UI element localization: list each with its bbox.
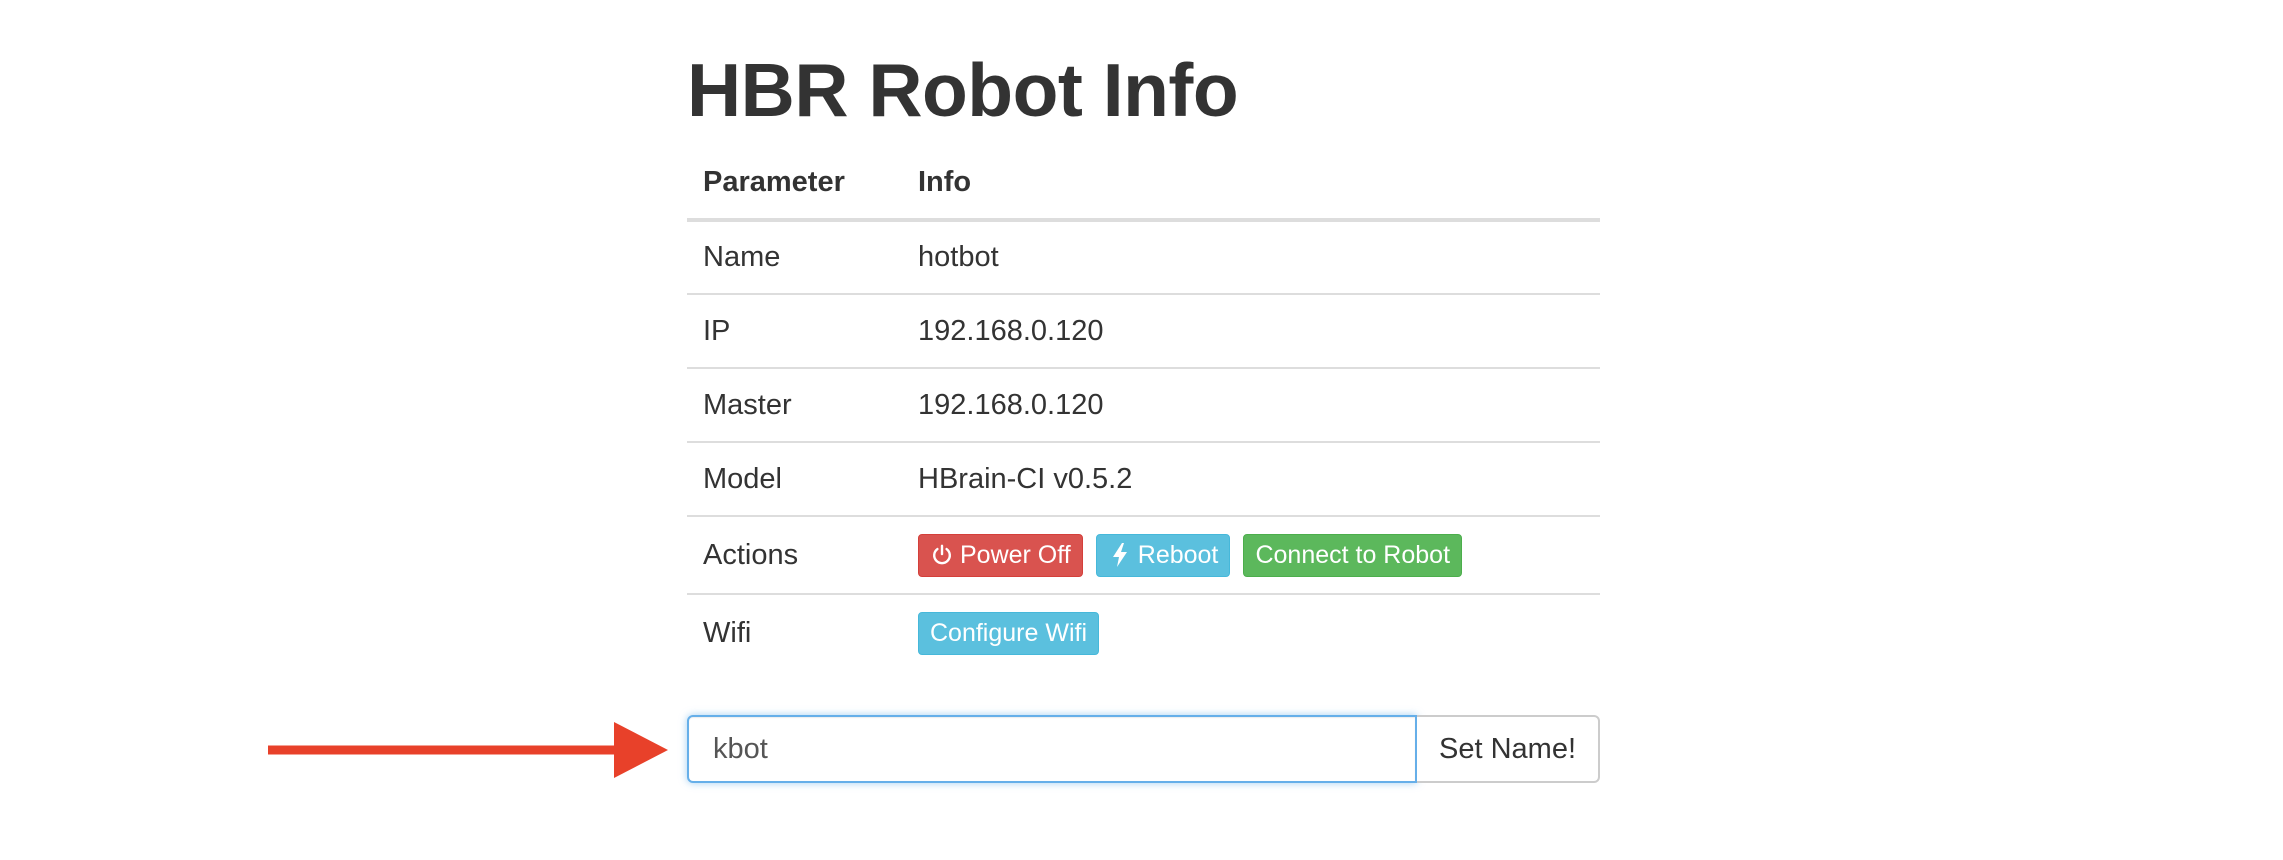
table-row-actions: Actions Power Off Reboot Connect to Robo… (687, 516, 1600, 594)
param-label: Model (703, 462, 782, 495)
connect-label: Connect to Robot (1255, 540, 1451, 569)
configure-wifi-button[interactable]: Configure Wifi (918, 612, 1099, 655)
table-row-model: Model HBrain-CI v0.5.2 (687, 442, 1600, 516)
table-header-row: Parameter Info (687, 146, 1600, 222)
param-label: IP (703, 314, 731, 347)
param-label: Master (703, 388, 792, 421)
table-row-wifi: Wifi Configure Wifi (687, 594, 1600, 672)
column-header-info: Info (902, 146, 1600, 222)
configure-wifi-label: Configure Wifi (930, 619, 1087, 647)
table-row-name: Name hotbot (687, 220, 1600, 294)
robot-master-value: 192.168.0.120 (918, 388, 1104, 421)
page-title: HBR Robot Info (687, 48, 1239, 132)
robot-ip-value: 192.168.0.120 (918, 314, 1104, 347)
param-label: Actions (703, 538, 799, 571)
actions-cell: Power Off Reboot Connect to Robot (902, 516, 1600, 594)
annotation-arrow-icon (268, 722, 668, 778)
reboot-label: Reboot (1137, 540, 1219, 569)
reboot-button[interactable]: Reboot (1095, 533, 1231, 577)
power-icon (930, 543, 954, 567)
wifi-cell: Configure Wifi (902, 594, 1600, 672)
bolt-icon (1108, 543, 1132, 567)
power-off-label: Power Off (960, 540, 1071, 569)
connect-to-robot-button[interactable]: Connect to Robot (1243, 533, 1463, 577)
robot-name-value: hotbot (918, 241, 999, 273)
robot-info-table: Parameter Info Name hotbot IP 192.168.0.… (687, 146, 1600, 672)
power-off-button[interactable]: Power Off (918, 533, 1083, 577)
table-row-master: Master 192.168.0.120 (687, 368, 1600, 442)
robot-name-input[interactable] (687, 715, 1417, 783)
param-label: Name (703, 241, 781, 273)
table-row-ip: IP 192.168.0.120 (687, 294, 1600, 368)
column-header-parameter: Parameter (687, 146, 902, 222)
set-name-button[interactable]: Set Name! (1417, 715, 1600, 783)
set-name-form: Set Name! (687, 715, 1600, 783)
param-label: Wifi (703, 617, 752, 649)
robot-model-value: HBrain-CI v0.5.2 (918, 462, 1133, 495)
